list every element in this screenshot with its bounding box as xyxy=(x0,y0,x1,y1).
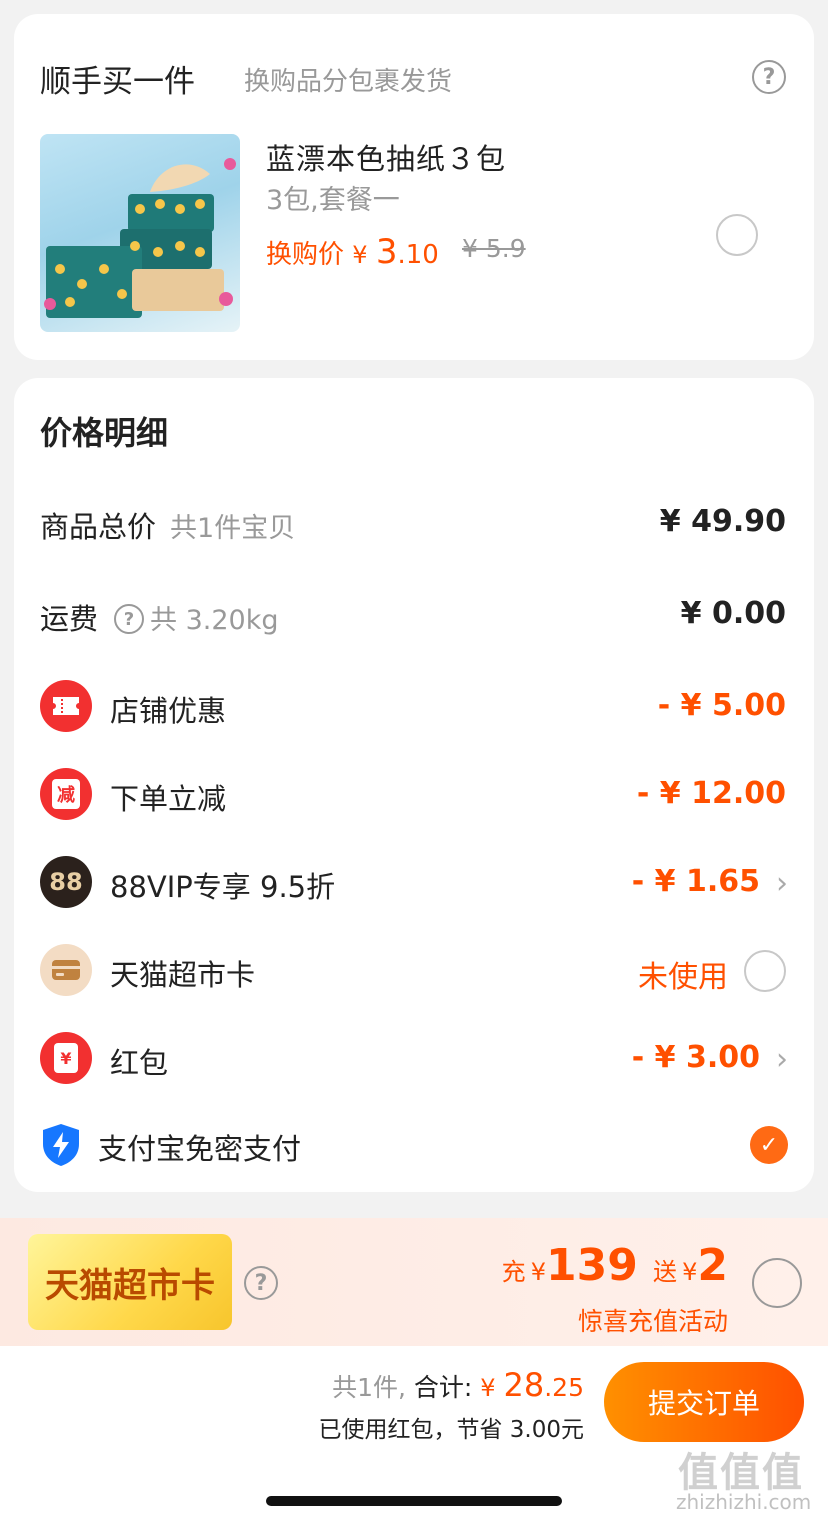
product-image[interactable] xyxy=(40,134,240,332)
red-packet-label: 红包 xyxy=(110,1046,169,1080)
gift-amount: 2 xyxy=(697,1240,728,1291)
order-reduction-label: 下单立减 xyxy=(110,782,227,816)
help-icon[interactable]: ? xyxy=(244,1266,278,1300)
price-detail-title: 价格明细 xyxy=(40,414,169,452)
total-amount: ¥ 28.25 xyxy=(480,1366,584,1404)
shipping-weight: 共 3.20kg xyxy=(150,605,279,636)
tmall-card-label: 天猫超市卡 xyxy=(110,958,256,992)
tissue-box-illustration xyxy=(44,158,236,318)
price-integer: 3 xyxy=(375,232,398,272)
recharge-amount: 139 xyxy=(546,1240,638,1291)
tmall-card-badge: 天猫超市卡 xyxy=(28,1234,232,1330)
addon-select-radio[interactable] xyxy=(716,214,758,256)
recharge-offer: 充 ¥139 送 ¥2 xyxy=(501,1240,728,1291)
chevron-right-icon[interactable]: › xyxy=(776,866,788,901)
row-shipping: 运费? 共 3.20kg ¥ 0.00 xyxy=(14,584,814,644)
tmall-recharge-radio[interactable] xyxy=(752,1258,802,1308)
product-name: 蓝漂本色抽纸３包 xyxy=(266,142,507,176)
tmall-card-status: 未使用 xyxy=(638,960,728,995)
vip-discount-label: 88VIP专享 9.5折 xyxy=(110,870,336,904)
addon-title: 顺手买一件 xyxy=(40,64,195,100)
ticket-icon xyxy=(40,680,92,732)
help-icon[interactable]: ? xyxy=(752,60,786,94)
row-red-packet[interactable]: ¥ 红包 - ¥ 3.00 › xyxy=(14,1028,814,1088)
savings-text: 已使用红包，节省 3.00元 xyxy=(318,1417,584,1443)
red-packet-icon: ¥ xyxy=(40,1032,92,1084)
shop-discount-value: - ¥ 5.00 xyxy=(657,688,786,723)
goods-count: 共1件宝贝 xyxy=(170,513,296,544)
row-tmall-card: 天猫超市卡 未使用 xyxy=(14,940,814,1000)
product-spec: 3包,套餐一 xyxy=(266,185,400,216)
row-order-reduction: 减 下单立减 - ¥ 12.00 xyxy=(14,764,814,824)
jian-badge-icon: 减 xyxy=(40,768,92,820)
tmall-card-radio[interactable] xyxy=(744,950,786,992)
vip-discount-value: - ¥ 1.65 xyxy=(631,864,760,899)
product-price: 换购价 ¥ 3.10 xyxy=(266,232,439,272)
total-label: 合计: xyxy=(413,1373,473,1402)
price-label: 换购价 xyxy=(266,240,345,270)
row-shop-discount: 店铺优惠 - ¥ 5.00 xyxy=(14,676,814,736)
goods-total-label: 商品总价 xyxy=(40,510,157,544)
red-packet-value: - ¥ 3.00 xyxy=(631,1040,760,1075)
price-symbol: ¥ xyxy=(352,241,368,269)
price-detail-card: 价格明细 商品总价 共1件宝贝 ¥ 49.90 运费? 共 3.20kg ¥ 0.0… xyxy=(14,378,814,1192)
shipping-help-icon[interactable]: ? xyxy=(114,604,145,634)
shop-discount-label: 店铺优惠 xyxy=(110,694,227,728)
row-vip-discount[interactable]: 88 88VIP专享 9.5折 - ¥ 1.65 › xyxy=(14,852,814,912)
card-icon xyxy=(40,944,92,996)
alipay-nopwd-label: 支付宝免密支付 xyxy=(98,1132,302,1166)
alipay-check-icon[interactable]: ✓ xyxy=(750,1126,788,1164)
item-count: 共1件, xyxy=(332,1373,406,1402)
shield-bolt-icon xyxy=(40,1122,82,1172)
vip88-icon: 88 xyxy=(40,856,92,908)
bottom-bar: 共1件, 合计: ¥ 28.25 已使用红包，节省 3.00元 提交订单 值值值… xyxy=(0,1346,828,1522)
submit-order-button[interactable]: 提交订单 xyxy=(604,1362,804,1442)
tmall-card-banner: 天猫超市卡 ? 充 ¥139 送 ¥2 惊喜充值活动 xyxy=(0,1218,828,1346)
order-total: 共1件, 合计: ¥ 28.25 xyxy=(332,1366,584,1404)
goods-total-value: ¥ 49.90 xyxy=(659,504,786,539)
price-decimal: .10 xyxy=(397,240,439,270)
recharge-subtitle: 惊喜充值活动 xyxy=(577,1307,728,1336)
original-price: ¥ 5.9 xyxy=(462,234,526,263)
shipping-value: ¥ 0.00 xyxy=(680,596,786,631)
shipping-label: 运费 xyxy=(40,602,99,636)
order-reduction-value: - ¥ 12.00 xyxy=(636,776,786,811)
row-goods-total: 商品总价 共1件宝贝 ¥ 49.90 xyxy=(14,492,814,552)
addon-subtitle: 换购品分包裹发货 xyxy=(244,67,453,97)
addon-card: 顺手买一件 换购品分包裹发货 ? 蓝漂本色抽纸３包 3包,套餐一 换购价 ¥ 3… xyxy=(14,14,814,360)
watermark-site: zhizhizhi.com xyxy=(676,1490,812,1514)
home-indicator[interactable] xyxy=(266,1496,562,1506)
row-alipay-nopwd: 支付宝免密支付 ✓ xyxy=(14,1114,814,1174)
chevron-right-icon[interactable]: › xyxy=(776,1042,788,1077)
